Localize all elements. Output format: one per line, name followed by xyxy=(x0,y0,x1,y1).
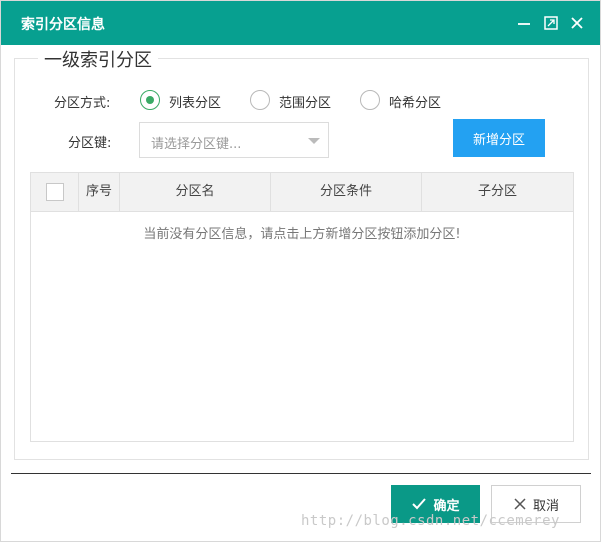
table-header: 序号 分区名 分区条件 子分区 xyxy=(31,173,573,212)
radio-range-partition-label[interactable]: 范围分区 xyxy=(279,92,331,111)
close-icon xyxy=(514,498,526,510)
confirm-button-label: 确定 xyxy=(433,498,460,514)
col-partition-condition[interactable]: 分区条件 xyxy=(271,173,422,211)
col-index[interactable]: 序号 xyxy=(79,173,120,211)
dialog-title: 索引分区信息 xyxy=(21,17,105,33)
select-all-checkbox[interactable] xyxy=(46,183,64,201)
partition-table: 序号 分区名 分区条件 子分区 当前没有分区信息，请点击上方新增分区按钮添加分区… xyxy=(30,172,574,442)
col-subpartition[interactable]: 子分区 xyxy=(422,173,573,211)
radio-list-partition[interactable] xyxy=(140,90,160,110)
fieldset-legend: 一级索引分区 xyxy=(38,46,158,72)
close-icon[interactable] xyxy=(569,15,585,31)
add-partition-button[interactable]: 新增分区 xyxy=(453,119,545,157)
radio-list-partition-label[interactable]: 列表分区 xyxy=(169,92,221,111)
partition-key-label: 分区键: xyxy=(68,136,112,151)
partition-key-select[interactable]: 请选择分区键... xyxy=(139,122,329,158)
dialog-titlebar[interactable]: 索引分区信息 xyxy=(1,1,600,45)
footer-divider xyxy=(11,473,591,474)
cancel-button-label: 取消 xyxy=(532,498,559,514)
radio-hash-partition-label[interactable]: 哈希分区 xyxy=(389,92,441,111)
minimize-icon[interactable] xyxy=(516,15,532,31)
check-icon xyxy=(412,498,427,510)
partition-type-label: 分区方式: xyxy=(54,96,111,111)
watermark-text: http://blog.csdn.net/ccemerey xyxy=(301,513,560,529)
partition-key-placeholder: 请选择分区键... xyxy=(151,137,242,152)
partition-dialog: 索引分区信息 一级索引分区 分区方式: 列表分区 范围分区 哈希分区 分区键: … xyxy=(0,0,601,542)
maximize-icon[interactable] xyxy=(543,15,559,31)
chevron-down-icon xyxy=(308,138,320,144)
select-all-cell xyxy=(31,173,79,211)
empty-message: 当前没有分区信息，请点击上方新增分区按钮添加分区! xyxy=(143,227,461,242)
radio-hash-partition[interactable] xyxy=(360,90,380,110)
col-partition-name[interactable]: 分区名 xyxy=(120,173,271,211)
radio-range-partition[interactable] xyxy=(250,90,270,110)
